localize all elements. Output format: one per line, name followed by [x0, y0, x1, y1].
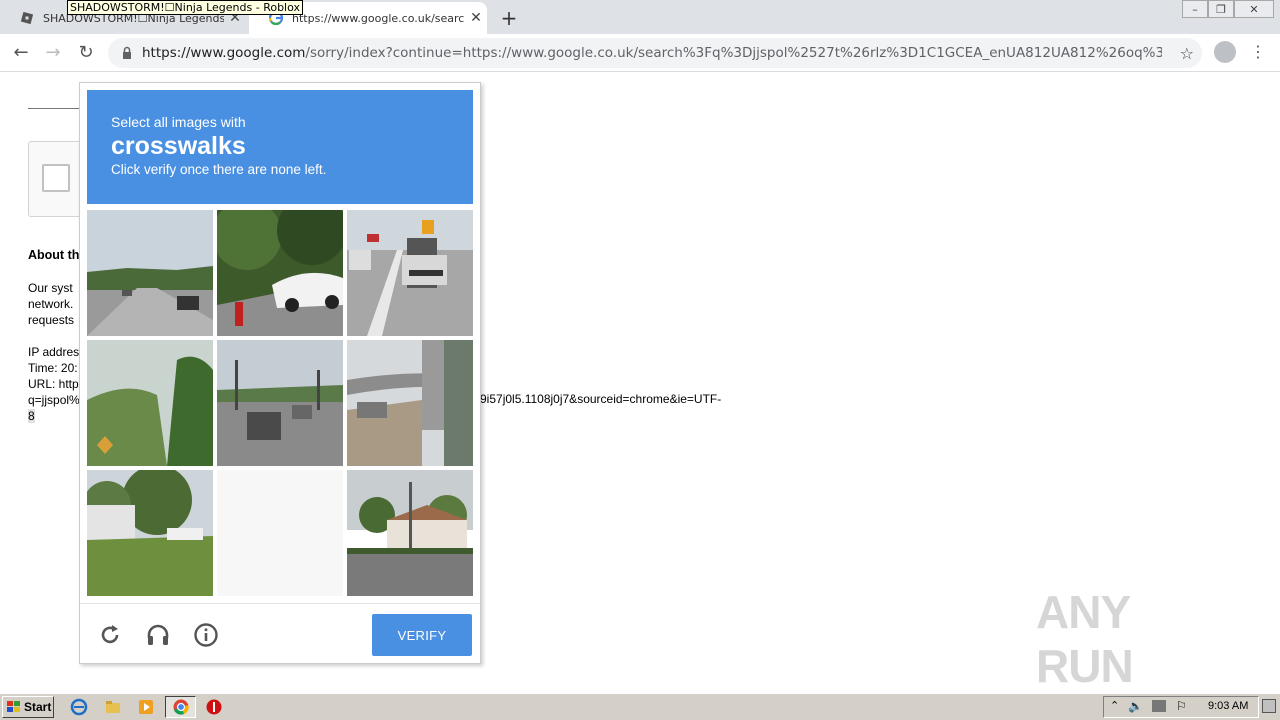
window-close-button[interactable]: ✕	[1234, 0, 1274, 18]
maximize-button[interactable]: ❐	[1208, 0, 1234, 18]
close-icon[interactable]: ✕	[465, 10, 487, 26]
info-line: IP addres	[28, 345, 80, 359]
network-icon[interactable]	[1152, 700, 1166, 712]
recaptcha-checkbox[interactable]	[42, 164, 70, 192]
chrome-icon	[173, 699, 189, 715]
captcha-grid	[87, 210, 473, 596]
para-line: requests	[28, 313, 75, 327]
about-heading: About th	[28, 248, 80, 262]
info-line: URL: http	[28, 377, 79, 391]
para-line: Our syst	[28, 281, 73, 295]
url-tail: 9i57j0l5.1108j0j7&sourceid=chrome&ie=UTF…	[480, 392, 722, 406]
lock-icon	[123, 46, 131, 59]
speaker-icon[interactable]: 🔈	[1128, 699, 1143, 713]
ie-icon[interactable]	[70, 698, 88, 716]
captcha-note: Click verify once there are none left.	[111, 162, 327, 177]
captcha-footer: VERIFY	[80, 603, 480, 663]
captcha-tile[interactable]	[87, 210, 213, 336]
captcha-header: Select all images with crosswalks Click …	[87, 90, 473, 204]
watermark-text: ANY RUN	[1036, 586, 1134, 692]
para-line: network.	[28, 297, 74, 311]
windows-logo-icon	[7, 701, 20, 712]
tab-strip: SHADOWSTORM!☐Ninja Legends - R ✕ https:/…	[0, 0, 1280, 34]
tab-title: https://www.google.co.uk/search?q	[292, 11, 465, 25]
captcha-tile[interactable]	[217, 340, 343, 466]
start-button[interactable]: Start	[2, 696, 54, 718]
captcha-tile[interactable]	[347, 340, 473, 466]
profile-avatar-icon[interactable]	[1214, 41, 1236, 63]
browser-toolbar: ← → ↻ https://www.google.com/sorry/index…	[0, 34, 1280, 72]
start-label: Start	[24, 700, 52, 714]
bookmark-star-icon[interactable]: ☆	[1180, 44, 1194, 63]
stop-icon[interactable]	[205, 698, 223, 716]
captcha-tile[interactable]	[87, 340, 213, 466]
show-desktop-icon[interactable]	[1262, 699, 1276, 713]
media-player-icon[interactable]	[137, 698, 155, 716]
reload-icon[interactable]: ↻	[73, 40, 99, 66]
url-text: https://www.google.com/sorry/index?conti…	[142, 45, 1162, 61]
menu-dots-icon[interactable]: ⋮	[1250, 42, 1266, 61]
url-last: 8	[28, 409, 35, 423]
tab-tooltip: SHADOWSTORM!☐Ninja Legends - Roblox	[67, 0, 304, 15]
roblox-icon	[20, 11, 34, 25]
new-tab-button[interactable]: +	[498, 6, 520, 30]
captcha-tile[interactable]	[347, 210, 473, 336]
anyrun-watermark: ANY RUN	[1036, 586, 1236, 692]
info-line: Time: 20:	[28, 361, 78, 375]
back-icon[interactable]: ←	[8, 40, 34, 66]
info-icon[interactable]	[193, 622, 219, 648]
flag-icon[interactable]: ⚐	[1176, 699, 1187, 713]
captcha-tile-empty[interactable]	[217, 470, 343, 596]
url-host: https://www.google.com	[142, 45, 306, 61]
captcha-dialog: Select all images with crosswalks Click …	[79, 82, 481, 664]
verify-button[interactable]: VERIFY	[372, 614, 472, 656]
captcha-tile[interactable]	[217, 210, 343, 336]
captcha-tile[interactable]	[87, 470, 213, 596]
minimize-button[interactable]: –	[1182, 0, 1208, 18]
address-bar[interactable]: https://www.google.com/sorry/index?conti…	[108, 38, 1202, 68]
chevron-up-icon[interactable]: ⌃	[1110, 699, 1119, 712]
info-line: q=jjspol%	[28, 393, 80, 407]
captcha-instruction: Select all images with	[111, 114, 246, 130]
folder-icon[interactable]	[104, 698, 122, 716]
taskbar-chrome-button[interactable]	[165, 696, 196, 718]
audio-icon[interactable]	[145, 622, 171, 648]
captcha-tile[interactable]	[347, 470, 473, 596]
reload-icon[interactable]	[97, 622, 123, 648]
screen: SHADOWSTORM!☐Ninja Legends - R ✕ https:/…	[0, 0, 1280, 720]
taskbar: Start ⌃ 🔈 ⚐ 9:03 AM	[0, 693, 1280, 720]
captcha-keyword: crosswalks	[111, 132, 246, 160]
clock: 9:03 AM	[1208, 700, 1249, 712]
url-path: /sorry/index?continue=https://www.google…	[305, 45, 1162, 61]
forward-icon[interactable]: →	[40, 40, 66, 66]
